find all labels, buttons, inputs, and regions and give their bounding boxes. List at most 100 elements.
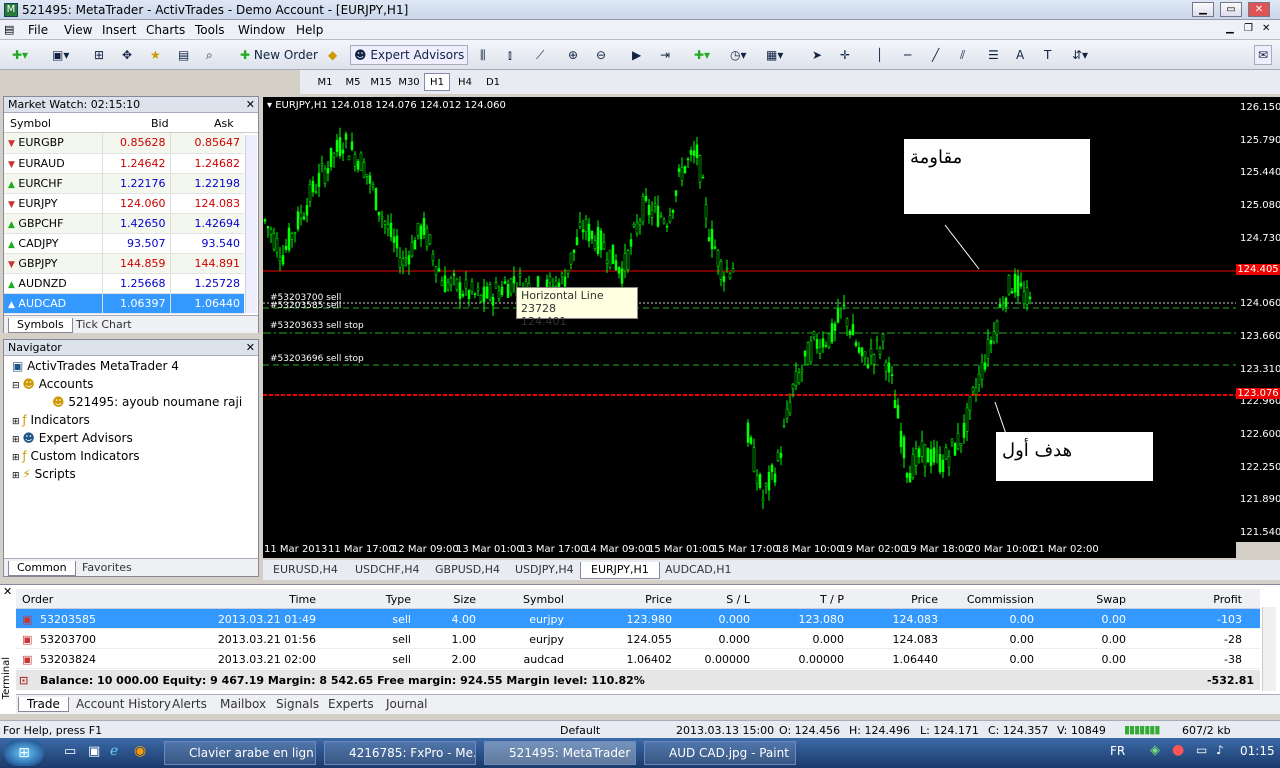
arrows-icon[interactable]: ⇵▾ (1068, 45, 1092, 65)
expand-icon[interactable]: ⊞ (12, 471, 22, 481)
nav-root[interactable]: ▣ ActivTrades MetaTrader 4 (12, 359, 179, 373)
tab-tick-chart[interactable]: Tick Chart (68, 318, 140, 333)
column-header[interactable]: Price (911, 593, 938, 606)
indicators-icon[interactable]: ✚▾ (690, 45, 714, 65)
tab-symbols[interactable]: Symbols (8, 318, 73, 333)
order-row[interactable]: ▣ 53203585 2013.03.21 01:49 sell 4.00 eurjpy 1… (16, 609, 1260, 629)
nav-indicators[interactable]: ⊞ ƒ Indicators (12, 413, 90, 427)
column-header[interactable]: Order (22, 593, 53, 606)
text-label-icon[interactable]: T (1040, 45, 1055, 65)
market-watch-row[interactable]: ▲ CADJPY 93.507 93.540 (4, 233, 244, 254)
taskbar-item[interactable]: 4216785: FxPro - Me... (324, 741, 476, 765)
chart-tab[interactable]: EURUSD,H4 (263, 562, 348, 579)
zoom-out-icon[interactable]: ⊖ (592, 45, 610, 65)
terminal-close-icon[interactable]: ✕ (3, 585, 12, 598)
menu-insert[interactable]: Insert (102, 23, 136, 37)
chart-menu-icon[interactable]: ▾ (267, 100, 275, 111)
order-row[interactable]: ▣ 53203700 2013.03.21 01:56 sell 1.00 eurjpy 1… (16, 629, 1260, 649)
market-watch-row[interactable]: ▼ EURAUD 1.24642 1.24682 (4, 153, 244, 174)
collapse-icon[interactable]: ⊟ (12, 381, 22, 391)
expert-advisors-button[interactable]: ☻ Expert Advisors (350, 45, 469, 65)
zoom-in-icon[interactable]: ⊕ (564, 45, 582, 65)
column-header[interactable]: S / L (726, 593, 750, 606)
periods-icon[interactable]: ◷▾ (726, 45, 751, 65)
language-indicator[interactable]: FR (1110, 744, 1125, 758)
market-watch-close-icon[interactable]: ✕ (246, 98, 255, 111)
horizontal-line-icon[interactable]: ─ (900, 45, 915, 65)
column-header[interactable]: Swap (1096, 593, 1126, 606)
text-icon[interactable]: A (1012, 45, 1028, 65)
chart-tab[interactable]: USDCHF,H4 (345, 562, 430, 579)
chart-tab[interactable]: AUDCAD,H1 (655, 562, 742, 579)
tab-trade[interactable]: Trade (18, 697, 69, 712)
market-watch-row[interactable]: ▼ EURJPY 124.060 124.083 (4, 193, 244, 214)
minimize-button[interactable]: ▁ (1192, 2, 1214, 17)
auto-scroll-icon[interactable]: ▶ (628, 45, 645, 65)
tf-d1[interactable]: D1 (480, 73, 506, 91)
menu-window[interactable]: Window (238, 23, 285, 37)
favorites-icon[interactable]: ★ (146, 45, 165, 65)
navigator-icon[interactable]: ✥ (118, 45, 136, 65)
tab-common[interactable]: Common (8, 561, 76, 576)
column-header[interactable]: Profit (1213, 593, 1242, 606)
market-watch-row[interactable]: ▼ EURGBP 0.85628 0.85647 (4, 133, 244, 154)
chart-shift-icon[interactable]: ⇥ (656, 45, 674, 65)
navigator-close-icon[interactable]: ✕ (246, 341, 255, 354)
templates-icon[interactable]: ▦▾ (762, 45, 787, 65)
vertical-line-icon[interactable]: │ (872, 45, 887, 65)
tf-m1[interactable]: M1 (312, 73, 338, 91)
column-header[interactable]: Size (453, 593, 476, 606)
explorer-icon[interactable]: ▣ (88, 744, 100, 759)
tab-journal[interactable]: Journal (378, 697, 436, 712)
terminal-scrollbar[interactable] (1262, 607, 1276, 691)
cursor-icon[interactable]: ➤ (808, 45, 826, 65)
expand-icon[interactable]: ⊞ (12, 435, 22, 445)
column-header[interactable]: Symbol (523, 593, 564, 606)
tab-favorites[interactable]: Favorites (74, 561, 140, 576)
expand-icon[interactable]: ⊞ (12, 453, 22, 463)
child-restore-icon[interactable]: ❐ (1244, 23, 1253, 34)
tf-m5[interactable]: M5 (340, 73, 366, 91)
nav-custom-indicators[interactable]: ⊞ ƒ Custom Indicators (12, 449, 140, 463)
metaeditor-icon[interactable]: ◆ (324, 45, 341, 65)
taskbar-item-active[interactable]: 521495: MetaTrader ... (484, 741, 636, 765)
menu-file[interactable]: File (28, 23, 48, 37)
child-close-icon[interactable]: ✕ (1262, 23, 1270, 34)
chat-icon[interactable]: ✉ (1254, 45, 1273, 65)
maximize-button[interactable]: ▭ (1220, 2, 1242, 17)
menu-view[interactable]: View (64, 23, 92, 37)
tf-h1[interactable]: H1 (424, 73, 450, 91)
bar-chart-icon[interactable]: ⫼ (476, 45, 490, 65)
new-chart-icon[interactable]: ✚▾ (8, 45, 32, 65)
line-chart-icon[interactable]: ⟋ (532, 45, 548, 65)
nav-scripts[interactable]: ⊞ ⚡ Scripts (12, 467, 76, 481)
taskbar-item[interactable]: AUD CAD.jpg - Paint (644, 741, 796, 765)
market-watch-icon[interactable]: ⊞ (90, 45, 108, 65)
column-header[interactable]: Time (289, 593, 316, 606)
nav-accounts[interactable]: ⊟ ☻ Accounts (12, 377, 93, 391)
order-row[interactable]: ▣ 53203824 2013.03.21 02:00 sell 2.00 audcad 1… (16, 649, 1260, 669)
market-watch-row[interactable]: ▲ GBPCHF 1.42650 1.42694 (4, 213, 244, 234)
doc-icon[interactable]: ▤ (4, 23, 14, 36)
ie-icon[interactable]: ℯ (110, 743, 118, 759)
tab-experts[interactable]: Experts (320, 697, 382, 712)
firefox-icon[interactable]: ◉ (134, 743, 146, 759)
taskbar-item[interactable]: Clavier arabe en lign... (164, 741, 316, 765)
close-button[interactable]: ✕ (1248, 2, 1270, 17)
tab-account-history[interactable]: Account History (68, 697, 179, 712)
start-button[interactable]: ⊞ (4, 740, 44, 766)
tf-h4[interactable]: H4 (452, 73, 478, 91)
tab-alerts[interactable]: Alerts (164, 697, 215, 712)
nav-expert-advisors[interactable]: ⊞ ☻ Expert Advisors (12, 431, 133, 445)
market-watch-scrollbar[interactable] (245, 135, 257, 313)
column-header[interactable]: Type (386, 593, 411, 606)
equidistant-channel-icon[interactable]: ⫽ (956, 45, 969, 65)
market-watch-row[interactable]: ▲ AUDNZD 1.25668 1.25728 (4, 273, 244, 294)
chart-tab-active[interactable]: EURJPY,H1 (580, 562, 660, 579)
trendline-icon[interactable]: ╱ (928, 45, 943, 65)
profiles-icon[interactable]: ▣▾ (48, 45, 73, 65)
menu-charts[interactable]: Charts (146, 23, 185, 37)
menu-tools[interactable]: Tools (195, 23, 225, 37)
new-order-button[interactable]: ✚ New Order (236, 45, 322, 65)
terminal-icon[interactable]: ▤ (174, 45, 193, 65)
